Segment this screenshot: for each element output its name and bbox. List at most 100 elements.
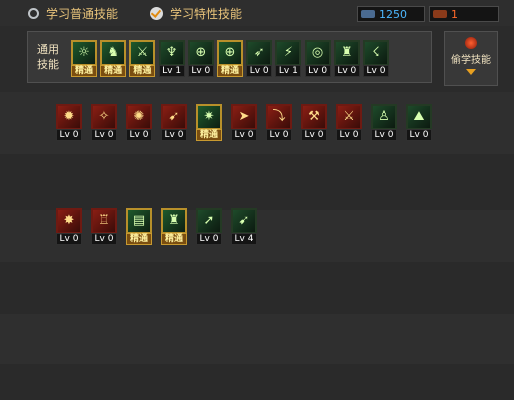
cannon-icon: ▤ — [126, 208, 152, 234]
skill-slot[interactable]: ⚔ Lv 0 — [336, 104, 362, 142]
fire-orb-icon — [465, 37, 477, 49]
skill-slot[interactable]: ♙ Lv 0 — [371, 104, 397, 142]
leaping-warrior-icon: ⚔ — [129, 40, 156, 66]
charging-figure-icon: ➶ — [246, 40, 273, 66]
skill-slot[interactable]: ➤ Lv 0 — [231, 104, 257, 142]
skill-level: Lv 0 — [91, 129, 117, 141]
skill-level: 精通 — [126, 233, 152, 245]
steal-skill-label: 偷学技能 — [451, 55, 491, 66]
skill-level: Lv 0 — [336, 129, 362, 141]
kick-strike-icon: ✧ — [91, 104, 117, 130]
skill-slot[interactable]: ☇ Lv 0 — [363, 40, 389, 78]
common-skills-title: 通用技能 — [37, 43, 59, 71]
skill-slot[interactable]: ➚ Lv 0 — [196, 208, 222, 246]
skill-glyph: ✷ — [203, 109, 215, 124]
learn-normal-skills-label: 学习普通技能 — [46, 6, 119, 21]
runner-icon: ♙ — [371, 104, 397, 130]
heavy-gun-icon: ♜ — [161, 208, 187, 234]
skill-slot[interactable]: ⊕ 精通 — [217, 40, 243, 78]
blade-swing-icon: ⚒ — [301, 104, 327, 130]
crosshair-orb-icon: ⊕ — [187, 40, 214, 66]
skill-slot[interactable]: ✧ Lv 0 — [91, 104, 117, 142]
steal-skill-button[interactable]: 偷学技能 — [444, 31, 498, 86]
skill-slot[interactable]: ✷ 精通 — [196, 104, 222, 142]
skill-level: Lv 0 — [231, 129, 257, 141]
skill-slot[interactable]: ☼ 精通 — [71, 40, 97, 78]
skill-level: Lv 0 — [406, 129, 432, 141]
rocket-icon: ➚ — [196, 208, 222, 234]
skill-level: Lv 1 — [158, 65, 185, 77]
skill-glyph: ⚔ — [343, 109, 355, 124]
skill-slot[interactable]: ⛰ Lv 0 — [406, 104, 432, 142]
skill-level: Lv 0 — [266, 129, 292, 141]
skill-glyph: ⊕ — [224, 45, 236, 60]
learn-special-skills-radio[interactable]: 学习特性技能 — [150, 5, 242, 21]
skill-slot[interactable]: ✸ Lv 0 — [56, 208, 82, 246]
gun-blast-icon: ➹ — [161, 104, 187, 130]
skill-slot[interactable]: ➹ Lv 4 — [231, 208, 257, 246]
slash-icon: ⚔ — [336, 104, 362, 130]
learn-normal-skills-radio[interactable]: 学习普通技能 — [28, 5, 118, 21]
flare-icon: ✸ — [56, 208, 82, 234]
skill-slot[interactable]: ⊕ Lv 0 — [187, 40, 214, 78]
skill-slot[interactable]: ⚒ Lv 0 — [301, 104, 327, 142]
skill-level: Lv 0 — [301, 129, 327, 141]
skill-slot[interactable]: ♜ 精通 — [161, 208, 187, 246]
skill-glyph: ⚒ — [308, 109, 320, 124]
skill-glyph: ♜ — [340, 45, 353, 60]
skill-glyph: ▤ — [132, 213, 146, 228]
skill-slot[interactable]: ➹ Lv 0 — [161, 104, 187, 142]
skill-level: Lv 4 — [231, 233, 257, 245]
skill-slot[interactable]: ✺ Lv 0 — [126, 104, 152, 142]
skill-slot[interactable]: ♜ Lv 0 — [333, 40, 360, 78]
skill-glyph: ✺ — [133, 109, 145, 124]
skill-glyph: ➶ — [253, 45, 265, 60]
kicking-figure-icon: ⚡ — [275, 40, 302, 66]
skill-glyph: ✹ — [63, 109, 75, 124]
skill-glyph: ➚ — [203, 213, 215, 228]
skill-slot[interactable]: ➶ Lv 0 — [246, 40, 273, 78]
skill-level: 精通 — [129, 65, 156, 77]
learn-special-skills-label: 学习特性技能 — [170, 6, 243, 21]
skill-glyph: ➤ — [238, 109, 250, 124]
skill-glyph: ⤵ — [272, 109, 286, 124]
skill-row-empty-1 — [0, 154, 514, 210]
skill-glyph: ⛰ — [413, 109, 425, 124]
skill-glyph: ➹ — [168, 109, 180, 124]
skill-level: Lv 0 — [91, 233, 117, 245]
skill-slot[interactable]: ▤ 精通 — [126, 208, 152, 246]
skill-glyph: ✸ — [63, 213, 75, 228]
skill-level: Lv 0 — [126, 129, 152, 141]
checkmark-icon — [150, 6, 163, 20]
hook-icon: ⤵ — [266, 104, 292, 130]
sun-circle-icon: ☼ — [71, 40, 97, 66]
skill-glyph: ✧ — [98, 109, 110, 124]
skill-level: 精通 — [217, 65, 243, 77]
skill-slot[interactable]: ♆ Lv 1 — [158, 40, 185, 78]
burst-icon: ✺ — [126, 104, 152, 130]
skill-level: Lv 0 — [56, 129, 82, 141]
skill-slot[interactable]: ♞ 精通 — [100, 40, 127, 78]
skill-slot[interactable]: ⚔ 精通 — [129, 40, 156, 78]
skill-level: Lv 0 — [187, 65, 214, 77]
winged-emblem-icon: ♆ — [158, 40, 185, 66]
skill-slot[interactable]: ⚡ Lv 1 — [275, 40, 302, 78]
skill-glyph: ⚡ — [283, 45, 293, 60]
skill-level: Lv 0 — [246, 65, 273, 77]
mountain-icon: ⛰ — [406, 104, 432, 130]
skill-level: Lv 0 — [161, 129, 187, 141]
skill-slot[interactable]: ♖ Lv 0 — [91, 208, 117, 246]
mech-icon: ♖ — [91, 208, 117, 234]
skill-level: 精通 — [196, 129, 222, 141]
missile-icon: ➹ — [231, 208, 257, 234]
dash-strike-icon: ➤ — [231, 104, 257, 130]
skill-slot[interactable]: ✹ Lv 0 — [56, 104, 82, 142]
running-figure-icon: ☇ — [363, 40, 389, 66]
skill-slot[interactable]: ⤵ Lv 0 — [266, 104, 292, 142]
crouching-warrior-icon: ♞ — [100, 40, 127, 66]
target-ring-icon: ◎ — [304, 40, 331, 66]
skill-glyph: ♞ — [107, 45, 120, 60]
skill-level: Lv 1 — [275, 65, 302, 77]
skill-glyph: ♖ — [98, 213, 110, 228]
skill-slot[interactable]: ◎ Lv 0 — [304, 40, 331, 78]
